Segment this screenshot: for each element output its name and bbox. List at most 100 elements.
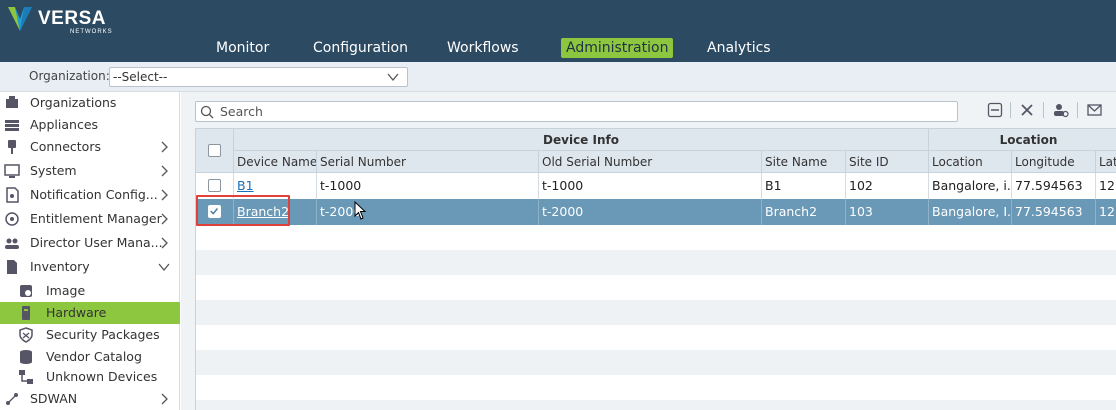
unknown-devices-icon — [19, 370, 33, 384]
sidebar-item-image[interactable]: Image — [0, 280, 180, 302]
sidebar-item-sdwan[interactable]: SDWAN — [0, 388, 180, 410]
nav-administration[interactable]: Administration — [561, 38, 674, 58]
cell-longitude: 77.594563 — [1012, 199, 1096, 225]
select-all-header — [196, 129, 234, 173]
sidebar-item-appliances[interactable]: Appliances — [0, 114, 180, 136]
sidebar-item-inventory[interactable]: Inventory — [0, 256, 180, 278]
sidebar-item-system[interactable]: System — [0, 160, 180, 182]
sidebar-item-label: Entitlement Manager — [30, 211, 162, 226]
nav-monitor[interactable]: Monitor — [211, 38, 274, 58]
system-icon — [4, 164, 20, 178]
sidebar-item-label: Unknown Devices — [46, 369, 158, 384]
empty-row — [196, 350, 1116, 375]
sidebar-item-entitlement-manager[interactable]: Entitlement Manager — [0, 208, 180, 230]
device-link-b1[interactable]: B1 — [237, 178, 254, 193]
organization-select[interactable]: --Select-- — [109, 67, 408, 87]
cell-old-serial: t-1000 — [539, 173, 762, 199]
row-checkbox[interactable] — [208, 179, 221, 192]
nav-workflows[interactable]: Workflows — [442, 38, 524, 58]
column-old-serial-number[interactable]: Old Serial Number — [539, 151, 762, 173]
empty-row — [196, 225, 1116, 250]
chevron-right-icon[interactable] — [158, 165, 170, 177]
sidebar-item-unknown-devices[interactable]: Unknown Devices — [0, 366, 180, 388]
table-row[interactable]: B1 t-1000 t-1000 B1 102 Bangalore, i... … — [196, 173, 1116, 199]
group-device-info: Device Info — [234, 129, 929, 151]
column-serial-number[interactable]: Serial Number — [317, 151, 539, 173]
sidebar: Organizations Appliances Connectors Syst… — [0, 92, 180, 410]
toolbar — [181, 92, 1116, 128]
sidebar-item-label: Director User Mana... — [30, 235, 163, 250]
brand-sub: NETWORKS — [70, 29, 113, 35]
sidebar-item-label: Security Packages — [46, 327, 160, 342]
cell-device-name: B1 — [234, 173, 317, 199]
column-latitude[interactable]: Latitude — [1096, 151, 1116, 173]
chevron-right-icon[interactable] — [158, 237, 170, 249]
toolbar-divider — [1077, 102, 1078, 118]
sidebar-item-director-user-management[interactable]: Director User Mana... — [0, 232, 180, 254]
column-site-id[interactable]: Site ID — [846, 151, 929, 173]
cell-device-name: Branch2 — [234, 199, 317, 225]
chevron-right-icon[interactable] — [158, 189, 170, 201]
sidebar-item-label: System — [30, 163, 77, 178]
chevron-down-icon[interactable] — [158, 261, 170, 273]
versa-logo-icon — [8, 7, 32, 31]
column-device-name[interactable]: Device Name — [234, 151, 317, 173]
column-longitude[interactable]: Longitude — [1012, 151, 1096, 173]
image-icon — [20, 285, 32, 297]
nav-configuration[interactable]: Configuration — [308, 38, 413, 58]
chevron-right-icon[interactable] — [158, 393, 170, 405]
column-location[interactable]: Location — [929, 151, 1012, 173]
search-icon — [200, 105, 214, 119]
cell-site-name: Branch2 — [762, 199, 846, 225]
organizations-icon — [6, 96, 18, 108]
cell-site-id: 102 — [846, 173, 929, 199]
tools-icon[interactable] — [1019, 102, 1035, 118]
sidebar-item-connectors[interactable]: Connectors — [0, 136, 180, 158]
device-link-branch2[interactable]: Branch2 — [237, 204, 289, 219]
sidebar-item-label: Hardware — [46, 305, 107, 320]
chevron-right-icon[interactable] — [158, 213, 170, 225]
row-checkbox-cell — [196, 199, 234, 225]
cell-location: Bangalore, I... — [929, 199, 1012, 225]
organization-bar: Organization: --Select-- — [0, 62, 1116, 92]
empty-row — [196, 250, 1116, 275]
sidebar-item-vendor-catalog[interactable]: Vendor Catalog — [0, 346, 180, 368]
row-checkbox-checked[interactable] — [208, 205, 221, 218]
hardware-table: Device Info Location Device Name Serial … — [195, 128, 1116, 410]
sidebar-item-label: Vendor Catalog — [46, 349, 142, 364]
cell-serial: t-1000 — [317, 173, 539, 199]
app-header: VERSA NETWORKS Monitor Configuration Wor… — [0, 0, 1116, 62]
sidebar-item-label: SDWAN — [30, 391, 78, 406]
table-row-selected[interactable]: Branch2 t-2000 t-2000 Branch2 103 Bangal… — [196, 199, 1116, 225]
sidebar-item-hardware[interactable]: Hardware — [0, 302, 180, 324]
organization-label: Organization: — [29, 69, 110, 83]
nav-analytics[interactable]: Analytics — [702, 38, 776, 58]
user-settings-icon[interactable] — [1053, 102, 1069, 118]
chevron-down-icon — [387, 73, 399, 82]
search-box[interactable] — [195, 101, 958, 122]
vendor-catalog-icon — [20, 350, 32, 364]
sidebar-item-security-packages[interactable]: Security Packages — [0, 324, 180, 346]
main-content: Device Info Location Device Name Serial … — [181, 92, 1116, 410]
versa-logo[interactable]: VERSA NETWORKS — [6, 5, 116, 35]
chevron-right-icon[interactable] — [158, 141, 170, 153]
checkmark-icon — [210, 208, 219, 215]
sidebar-item-organizations[interactable]: Organizations — [0, 92, 180, 114]
sidebar-item-label: Connectors — [30, 139, 101, 154]
connectors-icon — [8, 140, 16, 154]
column-site-name[interactable]: Site Name — [762, 151, 846, 173]
collapse-icon[interactable] — [987, 102, 1003, 118]
sidebar-item-label: Inventory — [30, 259, 90, 274]
cell-longitude: 77.594563 — [1012, 173, 1096, 199]
toolbar-divider — [1010, 102, 1011, 118]
select-all-checkbox[interactable] — [208, 144, 221, 157]
organization-selected-value: --Select-- — [113, 70, 168, 84]
sidebar-item-notification-config[interactable]: Notification Config... — [0, 184, 180, 206]
empty-row — [196, 375, 1116, 400]
sidebar-item-label: Notification Config... — [30, 187, 158, 202]
search-input[interactable] — [220, 103, 950, 120]
empty-row — [196, 325, 1116, 350]
empty-row — [196, 400, 1116, 410]
security-packages-icon — [19, 327, 33, 343]
email-icon[interactable] — [1087, 102, 1103, 118]
